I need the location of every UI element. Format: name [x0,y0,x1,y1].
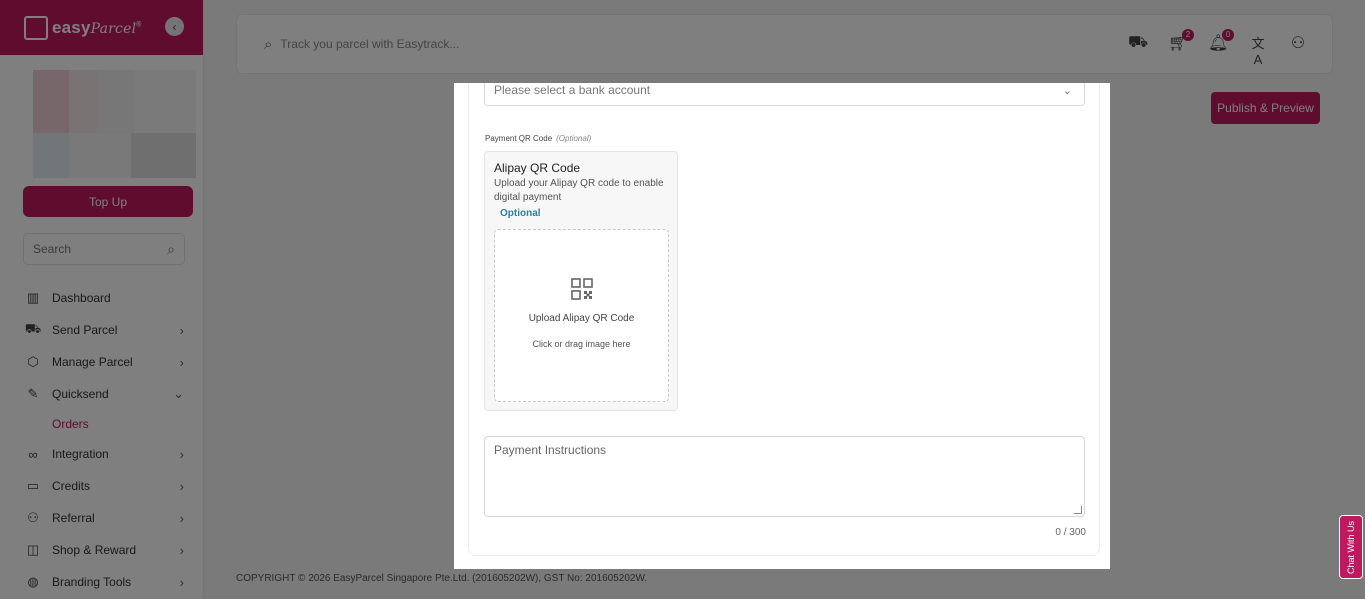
resize-grip-icon[interactable] [1074,506,1082,514]
chat-with-us-button[interactable]: Chat With Us [1339,515,1363,579]
bank-account-select[interactable]: Please select a bank account ⌄ [484,83,1085,106]
upload-qr-hint: Click or drag image here [532,339,631,349]
alipay-qr-description: Upload your Alipay QR code to enable dig… [494,178,664,203]
qr-code-icon [571,278,593,300]
chevron-down-icon: ⌄ [1062,85,1072,97]
payment-settings-modal: Please select a bank account ⌄ Payment Q… [454,83,1110,569]
character-counter: 0 / 300 [1055,527,1086,538]
alipay-qr-card: Alipay QR Code Upload your Alipay QR cod… [484,151,678,411]
optional-badge: Optional [500,208,541,219]
payment-qr-label: Payment QR Code (Optional) [485,134,591,143]
payment-instructions-placeholder: Payment Instructions [494,443,607,457]
payment-instructions-textarea[interactable]: Payment Instructions [484,436,1085,517]
qr-upload-dropzone[interactable]: Upload Alipay QR Code Click or drag imag… [494,229,669,402]
payment-qr-optional-tag: (Optional) [556,134,592,143]
bank-select-placeholder: Please select a bank account [494,83,651,97]
alipay-qr-title: Alipay QR Code [494,161,581,175]
upload-qr-title: Upload Alipay QR Code [528,313,635,324]
payment-qr-label-text: Payment QR Code [485,134,553,143]
